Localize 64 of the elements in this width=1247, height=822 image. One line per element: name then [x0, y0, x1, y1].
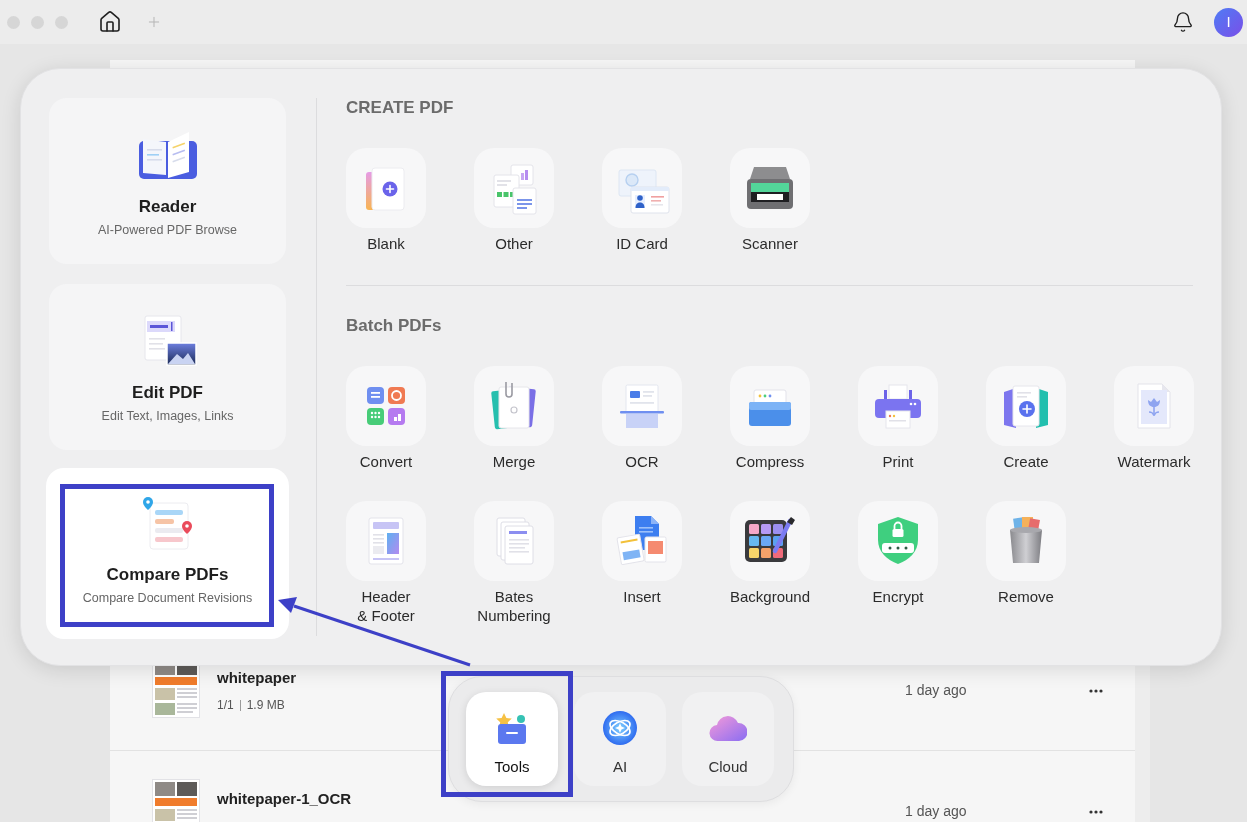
card-subtitle: Compare Document Revisions	[82, 590, 253, 606]
tool-button[interactable]: Bates Numbering	[462, 501, 566, 625]
page-layout-icon	[346, 501, 426, 581]
plus-icon	[146, 14, 162, 30]
tool-button[interactable]: Convert	[334, 366, 438, 471]
printer-icon	[858, 366, 938, 446]
notification-bell-icon	[1172, 11, 1194, 33]
file-name: whitepaper-1_OCR	[217, 789, 353, 809]
card-subtitle: AI-Powered PDF Browse	[98, 222, 237, 238]
cloud-icon	[709, 714, 747, 742]
card-title: Edit PDF	[132, 382, 203, 404]
section-heading: Batch PDFs	[346, 316, 443, 336]
document-tray-icon	[730, 366, 810, 446]
user-avatar[interactable]: I	[1214, 7, 1243, 37]
flower-page-icon	[1114, 366, 1194, 446]
more-icon	[1089, 810, 1103, 814]
dock-button[interactable]: AI	[574, 692, 666, 786]
add-page-icon	[986, 366, 1066, 446]
color-palette-icon	[730, 501, 810, 581]
notifications-button[interactable]	[1171, 10, 1195, 34]
tool-button[interactable]: Header & Footer	[334, 501, 438, 625]
lock-shield-icon	[858, 501, 938, 581]
scanner-icon	[730, 148, 810, 228]
ai-orb-icon	[602, 710, 638, 746]
tool-button[interactable]: ID Card	[590, 148, 694, 253]
tool-button[interactable]: Print	[846, 366, 950, 471]
dock-button[interactable]: Cloud	[682, 692, 774, 786]
feature-card[interactable]: Compare PDFs Compare Document Revisions	[46, 468, 289, 639]
tool-button[interactable]: Other	[462, 148, 566, 253]
tool-button[interactable]: OCR	[590, 366, 694, 471]
dock-button[interactable]: Tools	[466, 692, 558, 786]
tool-button[interactable]: Merge	[462, 366, 566, 471]
card-title: Reader	[138, 196, 197, 218]
id-card-icon	[602, 148, 682, 228]
card-subtitle: Edit Text, Images, Links	[101, 408, 234, 424]
file-modified-time: 1 day ago	[905, 802, 968, 821]
file-page-count: 1/1	[217, 697, 234, 714]
trash-can-icon	[986, 501, 1066, 581]
tool-button[interactable]: Compress	[718, 366, 822, 471]
tool-button[interactable]: Insert	[590, 501, 694, 625]
tool-button[interactable]: Encrypt	[846, 501, 950, 625]
tool-button[interactable]: Watermark	[1102, 366, 1206, 471]
stacked-pages-icon	[474, 501, 554, 581]
app-grid-icon	[346, 366, 426, 446]
section-heading: CREATE PDF	[346, 98, 455, 118]
card-title: Compare PDFs	[106, 564, 229, 586]
photo-documents-icon	[602, 501, 682, 581]
documents-icon	[474, 148, 554, 228]
open-book-icon	[137, 129, 198, 181]
tool-button[interactable]: Create	[974, 366, 1078, 471]
scanned-page-icon	[602, 366, 682, 446]
file-size: 1.9 MB	[246, 697, 285, 714]
tool-button[interactable]: Scanner	[718, 148, 822, 253]
more-icon	[1089, 689, 1103, 693]
tool-button[interactable]: Background	[718, 501, 822, 625]
home-icon	[98, 10, 122, 34]
feature-card[interactable]: Edit PDF Edit Text, Images, Links	[49, 284, 286, 450]
feature-card[interactable]: Reader AI-Powered PDF Browse	[49, 98, 286, 264]
paperclip-pages-icon	[474, 366, 554, 446]
file-modified-time: 1 day ago	[905, 681, 968, 700]
tool-button[interactable]: Remove	[974, 501, 1078, 625]
tool-button[interactable]: Blank	[334, 148, 438, 253]
blank-page-icon	[346, 148, 426, 228]
file-name: whitepaper	[217, 668, 298, 688]
